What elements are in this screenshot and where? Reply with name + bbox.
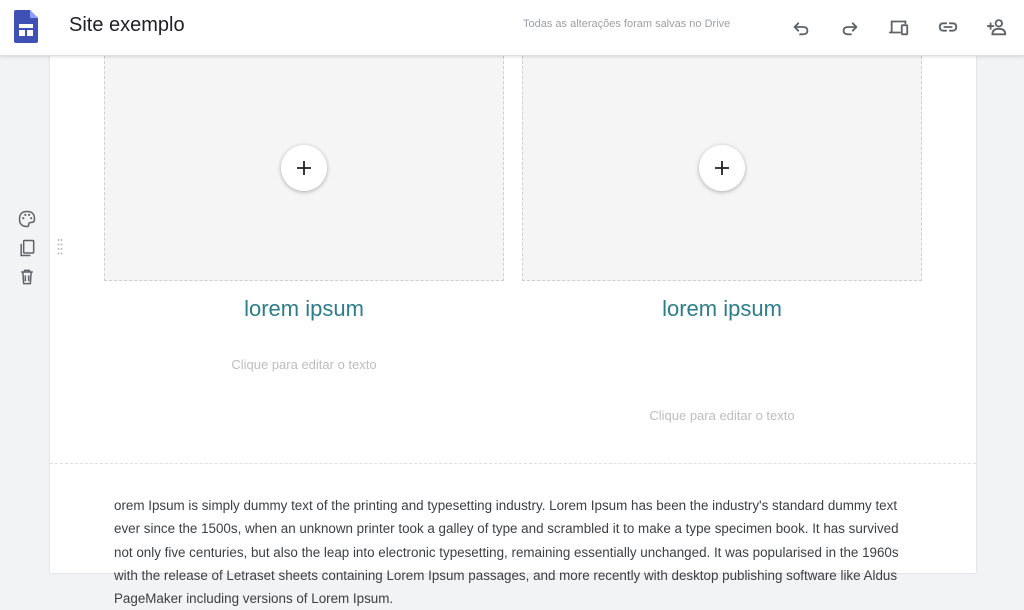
copy-link-button[interactable] — [935, 14, 961, 40]
preview-button[interactable] — [886, 14, 912, 40]
add-image-button[interactable] — [281, 145, 327, 191]
card-title[interactable]: lorem ipsum — [522, 296, 922, 322]
body-paragraph[interactable]: orem Ipsum is simply dummy text of the p… — [114, 494, 914, 610]
delete-section-button[interactable] — [14, 264, 40, 290]
palette-icon — [18, 210, 36, 228]
share-button[interactable] — [984, 14, 1010, 40]
undo-button[interactable] — [788, 14, 814, 40]
trash-icon — [21, 269, 33, 285]
link-icon — [938, 22, 958, 32]
redo-button[interactable] — [837, 14, 863, 40]
sites-logo-icon[interactable] — [14, 10, 38, 43]
duplicate-section-button[interactable] — [14, 235, 40, 261]
copy-icon — [20, 239, 35, 257]
undo-icon — [793, 22, 809, 36]
devices-preview-icon — [888, 20, 909, 36]
add-person-icon — [986, 19, 1007, 36]
card-title[interactable]: lorem ipsum — [104, 296, 504, 322]
site-title[interactable]: Site exemplo — [69, 14, 185, 37]
edit-text-placeholder[interactable]: Clique para editar o texto — [104, 357, 504, 372]
plus-icon — [297, 161, 311, 175]
save-status: Todas as alterações foram salvas no Driv… — [523, 18, 731, 30]
section-divider — [50, 463, 976, 464]
section-theme-button[interactable] — [14, 206, 40, 232]
section-toolbar — [14, 206, 40, 293]
plus-icon — [715, 161, 729, 175]
app-header: Site exemplo Todas as alterações foram s… — [0, 0, 1024, 56]
edit-text-placeholder[interactable]: Clique para editar o texto — [522, 408, 922, 423]
drag-handle-icon[interactable] — [57, 238, 63, 256]
add-image-button[interactable] — [699, 145, 745, 191]
redo-icon — [842, 22, 858, 36]
